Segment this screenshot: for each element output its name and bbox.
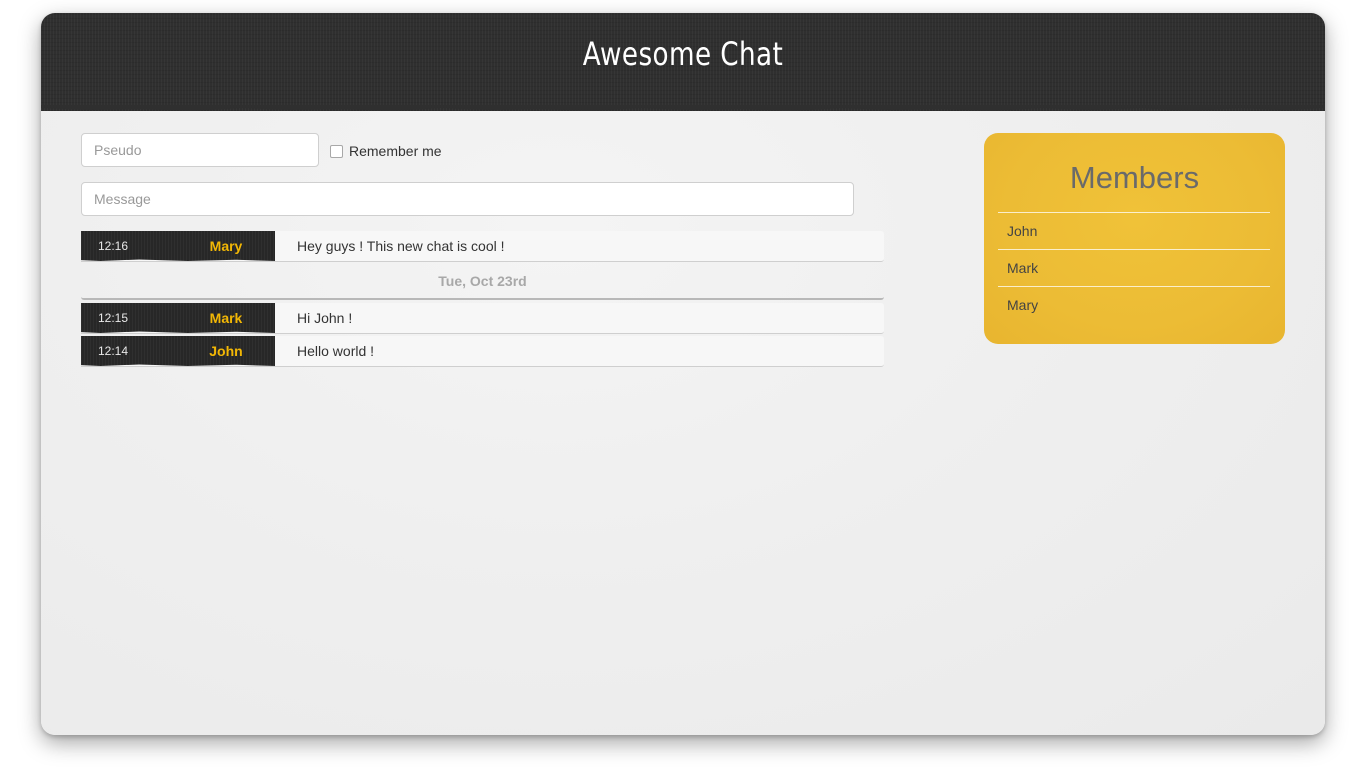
date-separator: Tue, Oct 23rd — [81, 264, 884, 300]
members-panel: Members John Mark Mary — [984, 133, 1285, 344]
message-text: Hi John ! — [297, 310, 353, 326]
message-time: 12:15 — [98, 311, 129, 325]
message-row: 12:14 John Hello world ! — [81, 336, 884, 367]
message-row: 12:16 Mary Hey guys ! This new chat is c… — [81, 231, 884, 262]
message-row: 12:15 Mark Hi John ! — [81, 303, 884, 334]
message-meta: 12:14 John — [81, 336, 275, 366]
message-input[interactable] — [81, 182, 854, 216]
checkbox-box[interactable] — [330, 144, 343, 158]
message-text: Hey guys ! This new chat is cool ! — [297, 238, 505, 254]
header-torn-edge — [41, 105, 1325, 111]
message-time: 12:14 — [98, 344, 129, 358]
member-item[interactable]: Mary — [998, 286, 1270, 323]
message-author: Mark — [209, 310, 243, 326]
date-separator-label: Tue, Oct 23rd — [438, 273, 527, 289]
member-item[interactable]: Mark — [998, 249, 1270, 286]
chat-app-window: Awesome Chat Remember me 12:16 Mary Hey … — [41, 13, 1325, 735]
message-meta: 12:15 Mark — [81, 303, 275, 333]
member-item[interactable]: John — [998, 212, 1270, 249]
remember-me-label: Remember me — [349, 143, 442, 159]
message-author: Mary — [209, 238, 243, 254]
members-list: John Mark Mary — [998, 212, 1270, 323]
members-title: Members — [1069, 160, 1200, 195]
message-time: 12:16 — [98, 239, 129, 253]
message-list: 12:16 Mary Hey guys ! This new chat is c… — [81, 231, 884, 369]
member-name: Mary — [1007, 297, 1039, 313]
remember-me-checkbox[interactable]: Remember me — [330, 143, 442, 159]
member-name: John — [1007, 223, 1038, 239]
member-name: Mark — [1007, 260, 1039, 276]
message-meta: 12:16 Mary — [81, 231, 275, 261]
app-title: Awesome Chat — [582, 35, 784, 73]
message-author: John — [209, 343, 243, 359]
app-header: Awesome Chat — [41, 13, 1325, 111]
message-text: Hello world ! — [297, 343, 375, 359]
pseudo-input[interactable] — [81, 133, 319, 167]
